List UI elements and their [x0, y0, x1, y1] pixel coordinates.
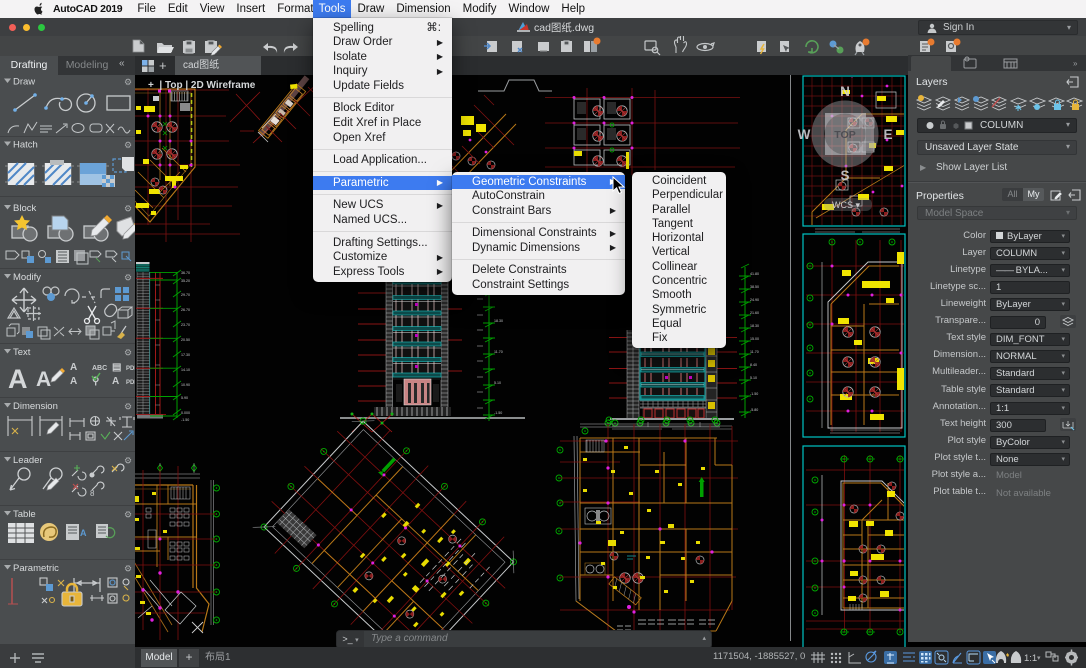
svg-text:⚙: ⚙	[124, 273, 132, 283]
svg-text:5.90: 5.90	[181, 396, 188, 400]
svg-text:26.70: 26.70	[181, 308, 190, 312]
svg-text:A: A	[112, 376, 119, 387]
svg-text:35.20: 35.20	[181, 279, 190, 283]
svg-text:36.70: 36.70	[181, 271, 190, 275]
svg-text:-1.50: -1.50	[181, 418, 189, 422]
svg-text:PDF: PDF	[126, 366, 135, 372]
svg-text:17.30: 17.30	[181, 353, 190, 357]
svg-text:18.30: 18.30	[750, 324, 759, 328]
svg-text:⚙: ⚙	[124, 140, 132, 150]
svg-text:A: A	[70, 362, 77, 373]
svg-text:⚙: ⚙	[124, 456, 132, 466]
svg-text:1:1: 1:1	[1024, 653, 1037, 664]
svg-text:ABC: ABC	[92, 365, 107, 372]
svg-text:-5.80: -5.80	[750, 408, 758, 412]
svg-text:S: S	[840, 168, 849, 183]
svg-text:Text: Text	[13, 347, 31, 358]
svg-text:-1.50: -1.50	[494, 411, 502, 415]
svg-text:8: 8	[90, 489, 95, 498]
svg-text:WCS ▾: WCS ▾	[832, 200, 860, 210]
svg-text:8.40: 8.40	[750, 363, 757, 367]
svg-text:Table: Table	[13, 509, 36, 520]
svg-text:38.50: 38.50	[750, 285, 759, 289]
svg-text:A: A	[80, 528, 87, 538]
svg-text:29.70: 29.70	[181, 293, 190, 297]
svg-text:+ | Top | 2D Wireframe: + | Top | 2D Wireframe	[148, 80, 256, 91]
svg-text:N: N	[840, 84, 850, 99]
svg-text:Modify: Modify	[13, 272, 41, 283]
svg-text:⚙: ⚙	[124, 402, 132, 412]
svg-text:15.00: 15.00	[750, 337, 759, 341]
svg-text:41.80: 41.80	[750, 272, 759, 276]
svg-text:⚙: ⚙	[124, 77, 132, 87]
svg-text:▤: ▤	[112, 362, 121, 373]
svg-text:▾: ▾	[1037, 655, 1041, 662]
svg-text:E: E	[883, 127, 892, 142]
svg-text:14.10: 14.10	[181, 368, 190, 372]
svg-text:18.30: 18.30	[494, 319, 503, 323]
svg-text:5.10: 5.10	[750, 376, 757, 380]
svg-text:-1.50: -1.50	[750, 392, 758, 396]
svg-text:5.10: 5.10	[494, 381, 501, 385]
svg-text:»: »	[1073, 59, 1078, 68]
svg-text:W: W	[798, 127, 811, 142]
svg-text:A: A	[36, 368, 51, 391]
svg-text:TOP: TOP	[834, 129, 855, 141]
svg-text:Parametric: Parametric	[13, 563, 59, 574]
svg-text:A: A	[70, 376, 77, 387]
svg-text:Block: Block	[13, 203, 36, 214]
svg-text:20.50: 20.50	[181, 338, 190, 342]
svg-text:23.70: 23.70	[181, 323, 190, 327]
svg-text:Leader: Leader	[13, 455, 43, 466]
svg-text:10.90: 10.90	[181, 383, 190, 387]
svg-text:Draw: Draw	[13, 77, 35, 88]
svg-text:PDF: PDF	[126, 380, 135, 386]
svg-text:0.000: 0.000	[181, 411, 190, 415]
svg-text:Dimension: Dimension	[13, 401, 58, 412]
svg-text:11.70: 11.70	[494, 350, 503, 354]
svg-text:⚙: ⚙	[124, 204, 132, 214]
svg-text:⚙: ⚙	[124, 348, 132, 358]
svg-text:11.70: 11.70	[750, 350, 759, 354]
svg-text:⚙: ⚙	[124, 564, 132, 574]
svg-text:⚙: ⚙	[124, 510, 132, 520]
svg-text:24.90: 24.90	[750, 298, 759, 302]
svg-text:21.60: 21.60	[750, 311, 759, 315]
svg-text:Hatch: Hatch	[13, 140, 38, 151]
svg-text:A: A	[8, 364, 28, 394]
